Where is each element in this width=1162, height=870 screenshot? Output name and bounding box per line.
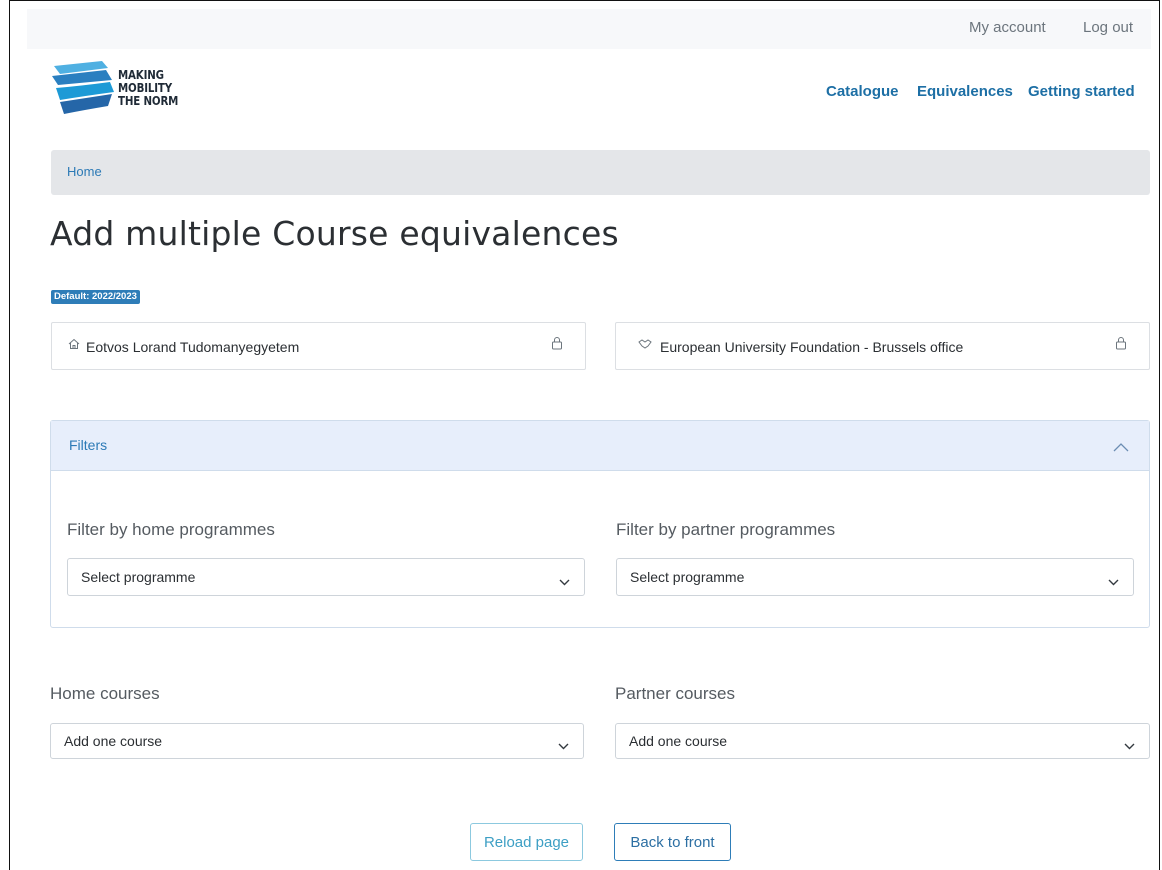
lock-icon bbox=[551, 336, 563, 355]
partner-courses-value: Add one course bbox=[629, 733, 728, 749]
home-courses-value: Add one course bbox=[64, 733, 163, 749]
home-programmes-select[interactable]: Select programme bbox=[67, 558, 585, 596]
nav-catalogue[interactable]: Catalogue bbox=[826, 83, 899, 100]
chevron-down-icon bbox=[1108, 573, 1119, 591]
nav-getting-started[interactable]: Getting started bbox=[1028, 83, 1135, 100]
chevron-down-icon bbox=[558, 737, 569, 755]
partner-courses-label: Partner courses bbox=[615, 684, 735, 703]
partner-institution-box: European University Foundation - Brussel… bbox=[615, 322, 1150, 370]
my-account-link[interactable]: My account bbox=[969, 19, 1046, 36]
filters-panel: Filters Filter by home programmes Select… bbox=[50, 420, 1150, 628]
partner-courses-select[interactable]: Add one course bbox=[615, 723, 1150, 759]
home-programmes-value: Select programme bbox=[81, 569, 196, 585]
chevron-down-icon bbox=[1124, 737, 1135, 755]
partner-programmes-value: Select programme bbox=[630, 569, 745, 585]
home-institution-box: Eotvos Lorand Tudomanyegyetem bbox=[51, 322, 586, 370]
breadcrumb-home[interactable]: Home bbox=[67, 164, 102, 179]
partner-institution-name: European University Foundation - Brussel… bbox=[660, 339, 964, 355]
home-courses-select[interactable]: Add one course bbox=[50, 723, 584, 759]
chevron-down-icon bbox=[559, 573, 570, 591]
reload-page-button[interactable]: Reload page bbox=[470, 823, 583, 861]
log-out-link[interactable]: Log out bbox=[1083, 19, 1133, 36]
logo-mark-icon bbox=[52, 61, 114, 114]
filters-header[interactable]: Filters bbox=[51, 421, 1149, 471]
lock-icon bbox=[1115, 336, 1127, 355]
partner-programmes-select[interactable]: Select programme bbox=[616, 558, 1134, 596]
home-institution-name: Eotvos Lorand Tudomanyegyetem bbox=[86, 339, 300, 355]
chevron-up-icon[interactable] bbox=[1113, 439, 1129, 457]
handshake-icon bbox=[638, 338, 652, 353]
home-icon bbox=[68, 338, 80, 353]
academic-year-badge: Default: 2022/2023 bbox=[51, 290, 140, 304]
breadcrumb: Home bbox=[51, 150, 1150, 195]
back-to-front-button[interactable]: Back to front bbox=[614, 823, 731, 861]
logo-text: MAKING MOBILITY THE NORM bbox=[118, 67, 179, 108]
home-courses-label: Home courses bbox=[50, 684, 160, 703]
filters-title: Filters bbox=[69, 437, 108, 453]
partner-programmes-label: Filter by partner programmes bbox=[616, 520, 836, 539]
page-title: Add multiple Course equivalences bbox=[50, 214, 619, 253]
nav-equivalences[interactable]: Equivalences bbox=[917, 83, 1013, 100]
home-programmes-label: Filter by home programmes bbox=[67, 520, 275, 539]
